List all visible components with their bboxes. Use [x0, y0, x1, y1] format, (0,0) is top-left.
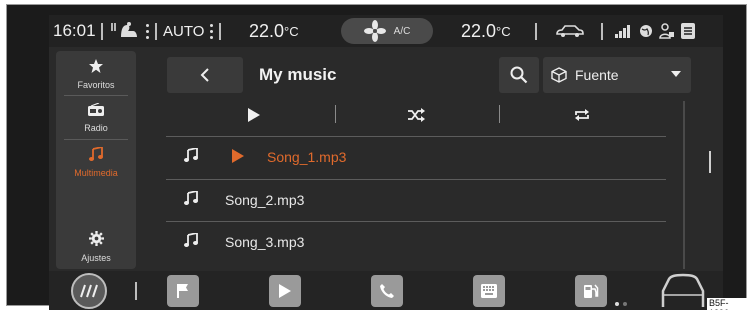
car-front-icon	[661, 273, 705, 307]
media-button[interactable]	[269, 275, 301, 307]
divider	[219, 23, 221, 40]
music-note-icon	[184, 148, 198, 162]
back-button[interactable]	[167, 57, 243, 93]
sidebar-item-favoritos[interactable]: Favoritos	[56, 59, 136, 90]
phone-icon	[380, 284, 394, 298]
fan-icon	[363, 20, 386, 42]
divider	[135, 282, 137, 300]
signal-icon	[615, 15, 633, 47]
chevron-left-icon	[200, 68, 209, 82]
divider	[101, 23, 103, 40]
car-icon[interactable]	[555, 15, 585, 47]
user-profile-icon[interactable]	[659, 15, 675, 47]
repeat-button[interactable]	[567, 103, 597, 127]
song-name: Song_2.mp3	[225, 192, 305, 208]
sidebar-item-ajustes[interactable]: Ajustes	[56, 231, 136, 263]
list-item[interactable]: Song_1.mp3	[166, 137, 666, 177]
figure-code: B5F-1396	[707, 298, 750, 310]
climate-level-dots	[207, 15, 213, 47]
now-playing-icon	[232, 149, 244, 163]
navigation-button[interactable]	[167, 275, 199, 307]
search-button[interactable]	[499, 57, 539, 93]
music-note-icon	[184, 233, 198, 247]
seat-heating-icon[interactable]	[109, 15, 149, 47]
radio-icon	[88, 102, 104, 116]
repeat-icon	[575, 109, 589, 121]
source-dropdown[interactable]: Fuente	[543, 57, 691, 93]
play-all-button[interactable]	[239, 103, 269, 127]
divider	[64, 139, 128, 140]
shuffle-icon	[408, 108, 425, 122]
fuel-button[interactable]	[575, 275, 607, 307]
divider	[499, 105, 500, 123]
flag-icon	[177, 284, 188, 298]
sidebar-item-multimedia[interactable]: Multimedia	[56, 145, 136, 178]
vehicle-button[interactable]	[657, 273, 709, 310]
sidebar-item-radio[interactable]: Radio	[56, 102, 136, 133]
bottom-dock	[49, 271, 723, 310]
play-icon	[279, 284, 291, 298]
music-note-icon	[89, 145, 103, 161]
device-frame: 16:01 AUTO 22.0 °C A/C 22.0 °C Favoritos…	[6, 4, 747, 310]
box-icon	[551, 67, 567, 83]
search-icon	[510, 66, 528, 84]
home-button[interactable]	[71, 273, 107, 309]
temperature-right[interactable]: 22.0 °C	[461, 15, 511, 47]
ac-button[interactable]: A/C	[341, 18, 433, 44]
fuel-pump-icon	[584, 284, 599, 298]
infotainment-screen: 16:01 AUTO 22.0 °C A/C 22.0 °C Favoritos…	[49, 15, 723, 310]
scrollbar[interactable]	[683, 101, 685, 269]
scroll-thumb[interactable]	[709, 151, 711, 173]
star-icon	[89, 59, 103, 73]
list-item[interactable]: Song_3.mp3	[166, 222, 666, 262]
divider	[601, 23, 603, 40]
divider	[155, 23, 157, 40]
seat-heat-level	[146, 23, 149, 39]
play-icon	[248, 108, 260, 122]
list-item[interactable]: Song_2.mp3	[166, 180, 666, 220]
notes-icon[interactable]	[681, 15, 695, 47]
gear-icon	[88, 231, 104, 246]
climate-mode[interactable]: AUTO	[163, 15, 204, 47]
song-name: Song_1.mp3	[267, 149, 347, 165]
status-bar: 16:01 AUTO 22.0 °C A/C 22.0 °C	[49, 15, 723, 47]
globe-icon	[639, 15, 653, 47]
clock: 16:01	[53, 21, 96, 40]
page-indicator	[615, 302, 627, 306]
menu-slashes-icon	[80, 284, 98, 298]
page-title: My music	[259, 65, 337, 84]
divider	[335, 105, 336, 123]
divider	[64, 95, 128, 96]
keyboard-button[interactable]	[473, 275, 505, 307]
music-note-icon	[184, 191, 198, 205]
sidebar: Favoritos Radio Multimedia Ajustes	[56, 51, 136, 269]
temperature-left[interactable]: 22.0 °C	[249, 15, 299, 47]
divider	[535, 23, 537, 40]
shuffle-button[interactable]	[401, 103, 431, 127]
chevron-down-icon	[671, 71, 681, 77]
keyboard-icon	[481, 284, 497, 298]
song-name: Song_3.mp3	[225, 234, 305, 250]
phone-button[interactable]	[371, 275, 403, 307]
